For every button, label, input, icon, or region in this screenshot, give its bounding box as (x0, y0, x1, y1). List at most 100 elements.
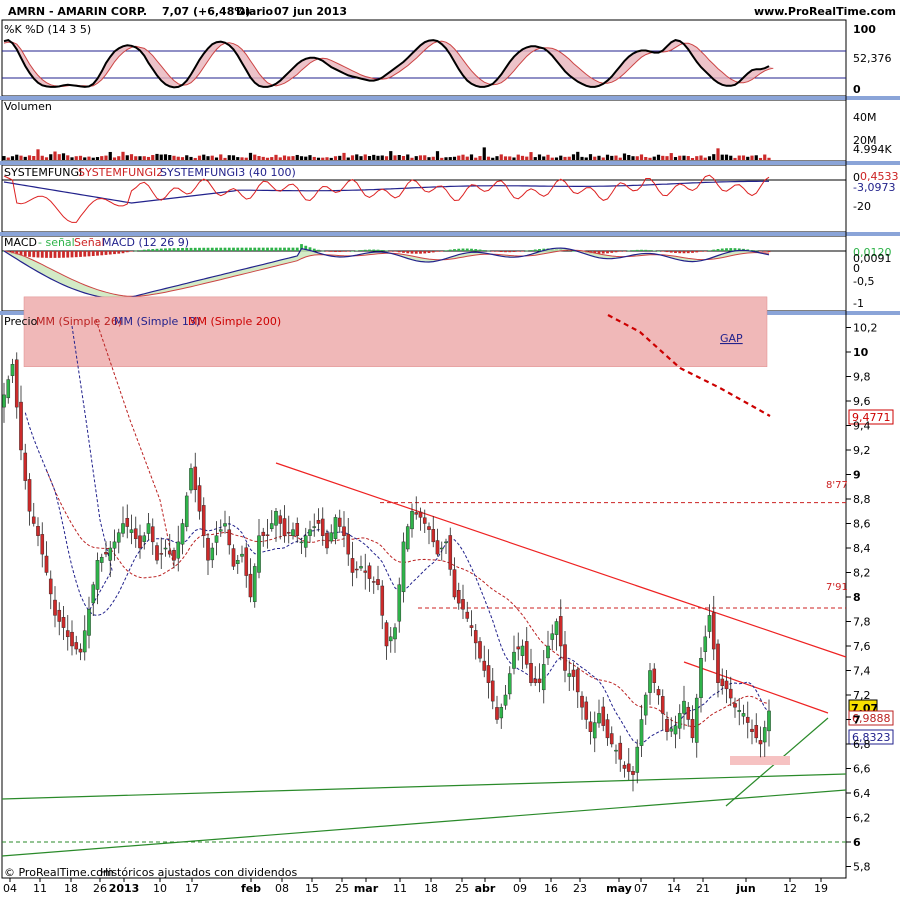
candle-body (422, 517, 427, 524)
candle-body (180, 523, 185, 545)
x-axis-label: mar (354, 882, 379, 895)
macd-histogram-bar (669, 251, 673, 253)
volume-bar (712, 154, 716, 160)
volume-bar (750, 155, 754, 160)
candle-body (728, 688, 733, 699)
candle-body (618, 742, 623, 760)
volume-bar (159, 154, 163, 160)
volume-bar (100, 156, 104, 160)
candle-body (648, 670, 652, 693)
macd-histogram-bar (525, 250, 529, 252)
volume-bar (682, 155, 686, 160)
volume-bar (508, 156, 512, 160)
candle-body (677, 713, 682, 729)
volume-bar (117, 156, 121, 160)
candle-body (138, 535, 142, 549)
candle-body (337, 517, 342, 527)
candle-body (210, 547, 215, 561)
candle-body (359, 566, 363, 569)
macd-histogram-bar (648, 250, 652, 251)
volume-bar (248, 152, 253, 160)
volume-bar (673, 157, 678, 160)
volume-bar (342, 152, 346, 160)
macd-histogram-bar (151, 249, 155, 251)
volume-bar (406, 154, 410, 160)
macd-histogram-bar (406, 251, 410, 254)
volume-bar (49, 154, 53, 160)
price-y-tick-label: 8 (853, 591, 861, 604)
volume-bar (295, 154, 299, 160)
x-axis-label: 18 (424, 882, 438, 895)
volume-bar (125, 155, 129, 160)
volume-bar (389, 151, 393, 160)
volume-bar (431, 156, 435, 160)
macd-histogram-bar (448, 249, 452, 251)
macd-histogram-bar (618, 251, 622, 252)
price-y-tick-label: 6,2 (853, 812, 871, 825)
macd-histogram-bar (635, 249, 639, 251)
macd-histogram-bar (623, 251, 626, 252)
macd-histogram-bar (521, 251, 524, 252)
candle-body (155, 545, 159, 561)
volume-bar (372, 154, 376, 160)
stock-chart: AMRN - AMARIN CORP. 7,07 (+6,48%) Diario… (0, 0, 900, 900)
x-axis-label: 16 (544, 882, 558, 895)
candle-body (554, 621, 559, 635)
price-y-tick-label: 6,4 (853, 787, 871, 800)
macd-histogram-bar (274, 247, 278, 251)
candle-body (312, 526, 317, 528)
volume-bar (23, 156, 27, 160)
x-axis-label: 08 (275, 882, 289, 895)
candle-body (329, 532, 334, 542)
candle-body (278, 515, 283, 524)
volume-bar (550, 157, 554, 160)
price-y-tick-label: 7,2 (853, 689, 871, 702)
volume-bar (537, 154, 542, 160)
x-axis-label: 12 (783, 882, 797, 895)
price-y-tick-label: 7,4 (853, 665, 871, 678)
macd-histogram-bar (631, 250, 635, 251)
volume-bar (639, 154, 644, 160)
candle-body (444, 541, 448, 544)
macd-histogram-bar (202, 247, 206, 251)
volume-bar (588, 154, 593, 160)
candle-body (686, 706, 691, 720)
candle-body (486, 665, 491, 683)
candle-body (231, 548, 236, 567)
volume-bar (193, 157, 197, 160)
macd-histogram-bar (215, 247, 218, 251)
volume-bar (580, 156, 584, 160)
candle-body (767, 710, 771, 732)
macd-tick-0: 0 (853, 262, 860, 275)
candle-body (495, 707, 499, 720)
candle-body (74, 642, 79, 650)
volume-bar (414, 156, 418, 160)
macd-histogram-bar (249, 247, 252, 251)
macd-histogram-bar (346, 251, 350, 252)
macd-histogram-bar (440, 251, 444, 252)
volume-bar (618, 157, 622, 160)
macd-histogram-bar (79, 251, 82, 257)
macd-histogram-bar (601, 251, 605, 254)
volume-bar (503, 156, 508, 160)
candle-body (129, 529, 134, 533)
candle-body (244, 547, 249, 576)
macd-histogram-bar (244, 247, 248, 251)
volume-bar (57, 154, 61, 160)
macd-histogram-bar (389, 251, 393, 252)
price-y-tick-label: 10,2 (853, 322, 878, 335)
volume-bar (180, 157, 185, 160)
volume-bar (733, 157, 737, 160)
volume-bar (61, 153, 66, 160)
candle-body (516, 646, 521, 650)
macd-histogram-bar (368, 249, 371, 251)
volume-bar (244, 157, 248, 160)
volume-bar (19, 155, 23, 160)
candle-body (427, 526, 431, 530)
macd-histogram-bar (380, 250, 384, 251)
candle-body (631, 771, 635, 775)
volume-bar (87, 156, 91, 160)
candle-body (745, 716, 750, 723)
volume-bar (138, 156, 142, 160)
macd-histogram-bar (657, 250, 660, 252)
